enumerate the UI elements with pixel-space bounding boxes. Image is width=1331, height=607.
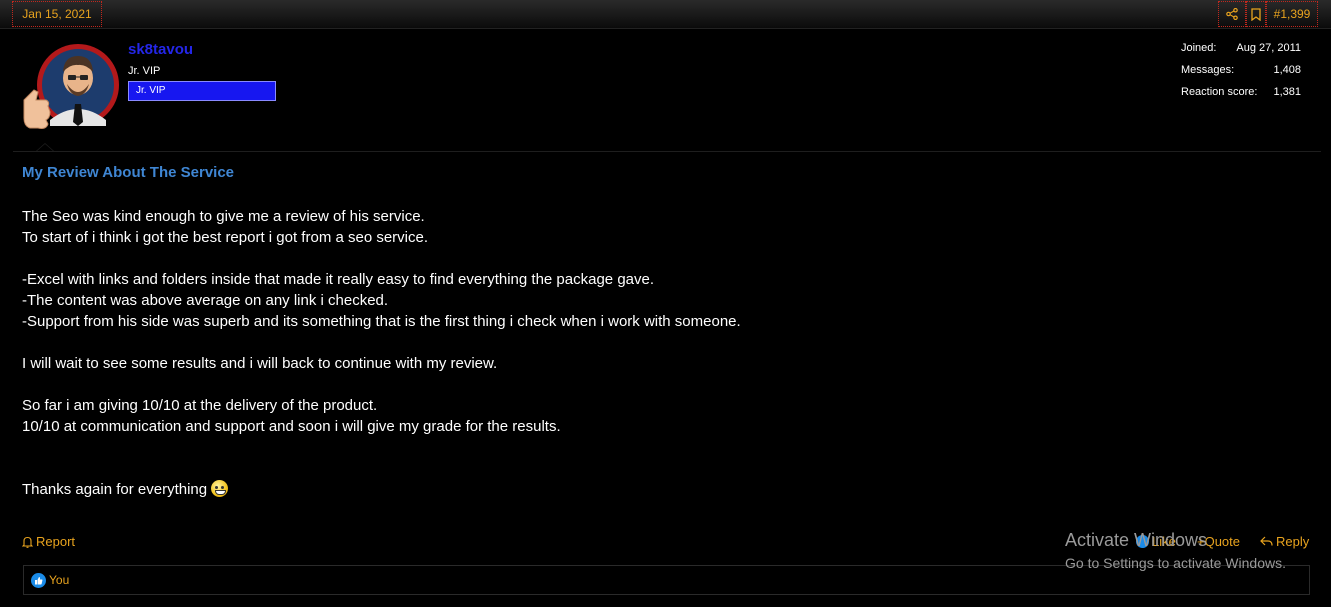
post-title: My Review About The Service bbox=[22, 164, 235, 181]
reactions-text[interactable]: You bbox=[49, 573, 69, 587]
stat-value: Aug 27, 2011 bbox=[1236, 42, 1301, 54]
reply-label: Reply bbox=[1276, 534, 1310, 549]
body-line bbox=[22, 374, 741, 395]
stat-joined: Joined: Aug 27, 2011 bbox=[1181, 42, 1321, 64]
like-button[interactable]: Like bbox=[1136, 534, 1176, 549]
post-date[interactable]: Jan 15, 2021 bbox=[12, 1, 102, 27]
body-line: The Seo was kind enough to give me a rev… bbox=[22, 208, 425, 225]
thumbs-up-icon bbox=[1136, 535, 1149, 548]
thumbs-up-icon bbox=[31, 573, 46, 588]
bell-icon bbox=[22, 536, 33, 548]
smile-emoji-icon bbox=[211, 480, 229, 497]
share-icon bbox=[1226, 8, 1238, 20]
body-line: 10/10 at communication and support and s… bbox=[22, 418, 561, 435]
post-header-bar bbox=[0, 0, 1331, 29]
reply-button[interactable]: Reply bbox=[1260, 534, 1309, 549]
body-line bbox=[22, 458, 741, 479]
report-label: Report bbox=[36, 534, 76, 549]
reply-icon bbox=[1260, 536, 1273, 546]
username-link[interactable]: sk8tavou bbox=[128, 41, 193, 58]
stat-value: 1,381 bbox=[1273, 86, 1301, 98]
stat-label: Reaction score: bbox=[1181, 86, 1258, 98]
share-button[interactable] bbox=[1218, 1, 1246, 27]
body-line: So far i am giving 10/10 at the delivery… bbox=[22, 397, 378, 414]
body-line bbox=[22, 332, 741, 353]
divider bbox=[13, 151, 1321, 152]
body-line-thanks: Thanks again for everything bbox=[22, 479, 741, 500]
user-stats: Joined: Aug 27, 2011 Messages: 1,408 Rea… bbox=[1181, 42, 1321, 108]
stat-reaction-score: Reaction score: 1,381 bbox=[1181, 86, 1321, 108]
quote-label: +Quote bbox=[1197, 534, 1241, 549]
body-line bbox=[22, 248, 741, 269]
body-line: -The content was above average on any li… bbox=[22, 292, 389, 309]
body-line bbox=[22, 437, 741, 458]
like-label: Like bbox=[1152, 534, 1176, 549]
reactions-bar[interactable]: You bbox=[23, 565, 1310, 595]
body-line: -Excel with links and folders inside tha… bbox=[22, 271, 655, 288]
report-button[interactable]: Report bbox=[22, 534, 75, 549]
stat-value[interactable]: 1,408 bbox=[1273, 64, 1301, 76]
stat-messages: Messages: 1,408 bbox=[1181, 64, 1321, 86]
body-line: I will wait to see some results and i wi… bbox=[22, 355, 498, 372]
stat-label: Messages: bbox=[1181, 64, 1235, 76]
post-body: The Seo was kind enough to give me a rev… bbox=[22, 206, 741, 500]
bookmark-icon bbox=[1251, 7, 1261, 21]
body-line: -Support from his side was superb and it… bbox=[22, 313, 741, 330]
bookmark-button[interactable] bbox=[1246, 1, 1266, 27]
post-number-link[interactable]: #1,399 bbox=[1266, 1, 1318, 27]
avatar[interactable] bbox=[20, 42, 120, 132]
stat-label: Joined: bbox=[1181, 42, 1217, 54]
user-arrow-pointer bbox=[36, 143, 54, 151]
user-title: Jr. VIP bbox=[128, 65, 161, 77]
body-line: Thanks again for everything bbox=[22, 481, 208, 498]
body-line: To start of i think i got the best repor… bbox=[22, 229, 429, 246]
quote-button[interactable]: +Quote bbox=[1197, 534, 1240, 549]
user-banner-badge: Jr. VIP bbox=[128, 81, 276, 101]
